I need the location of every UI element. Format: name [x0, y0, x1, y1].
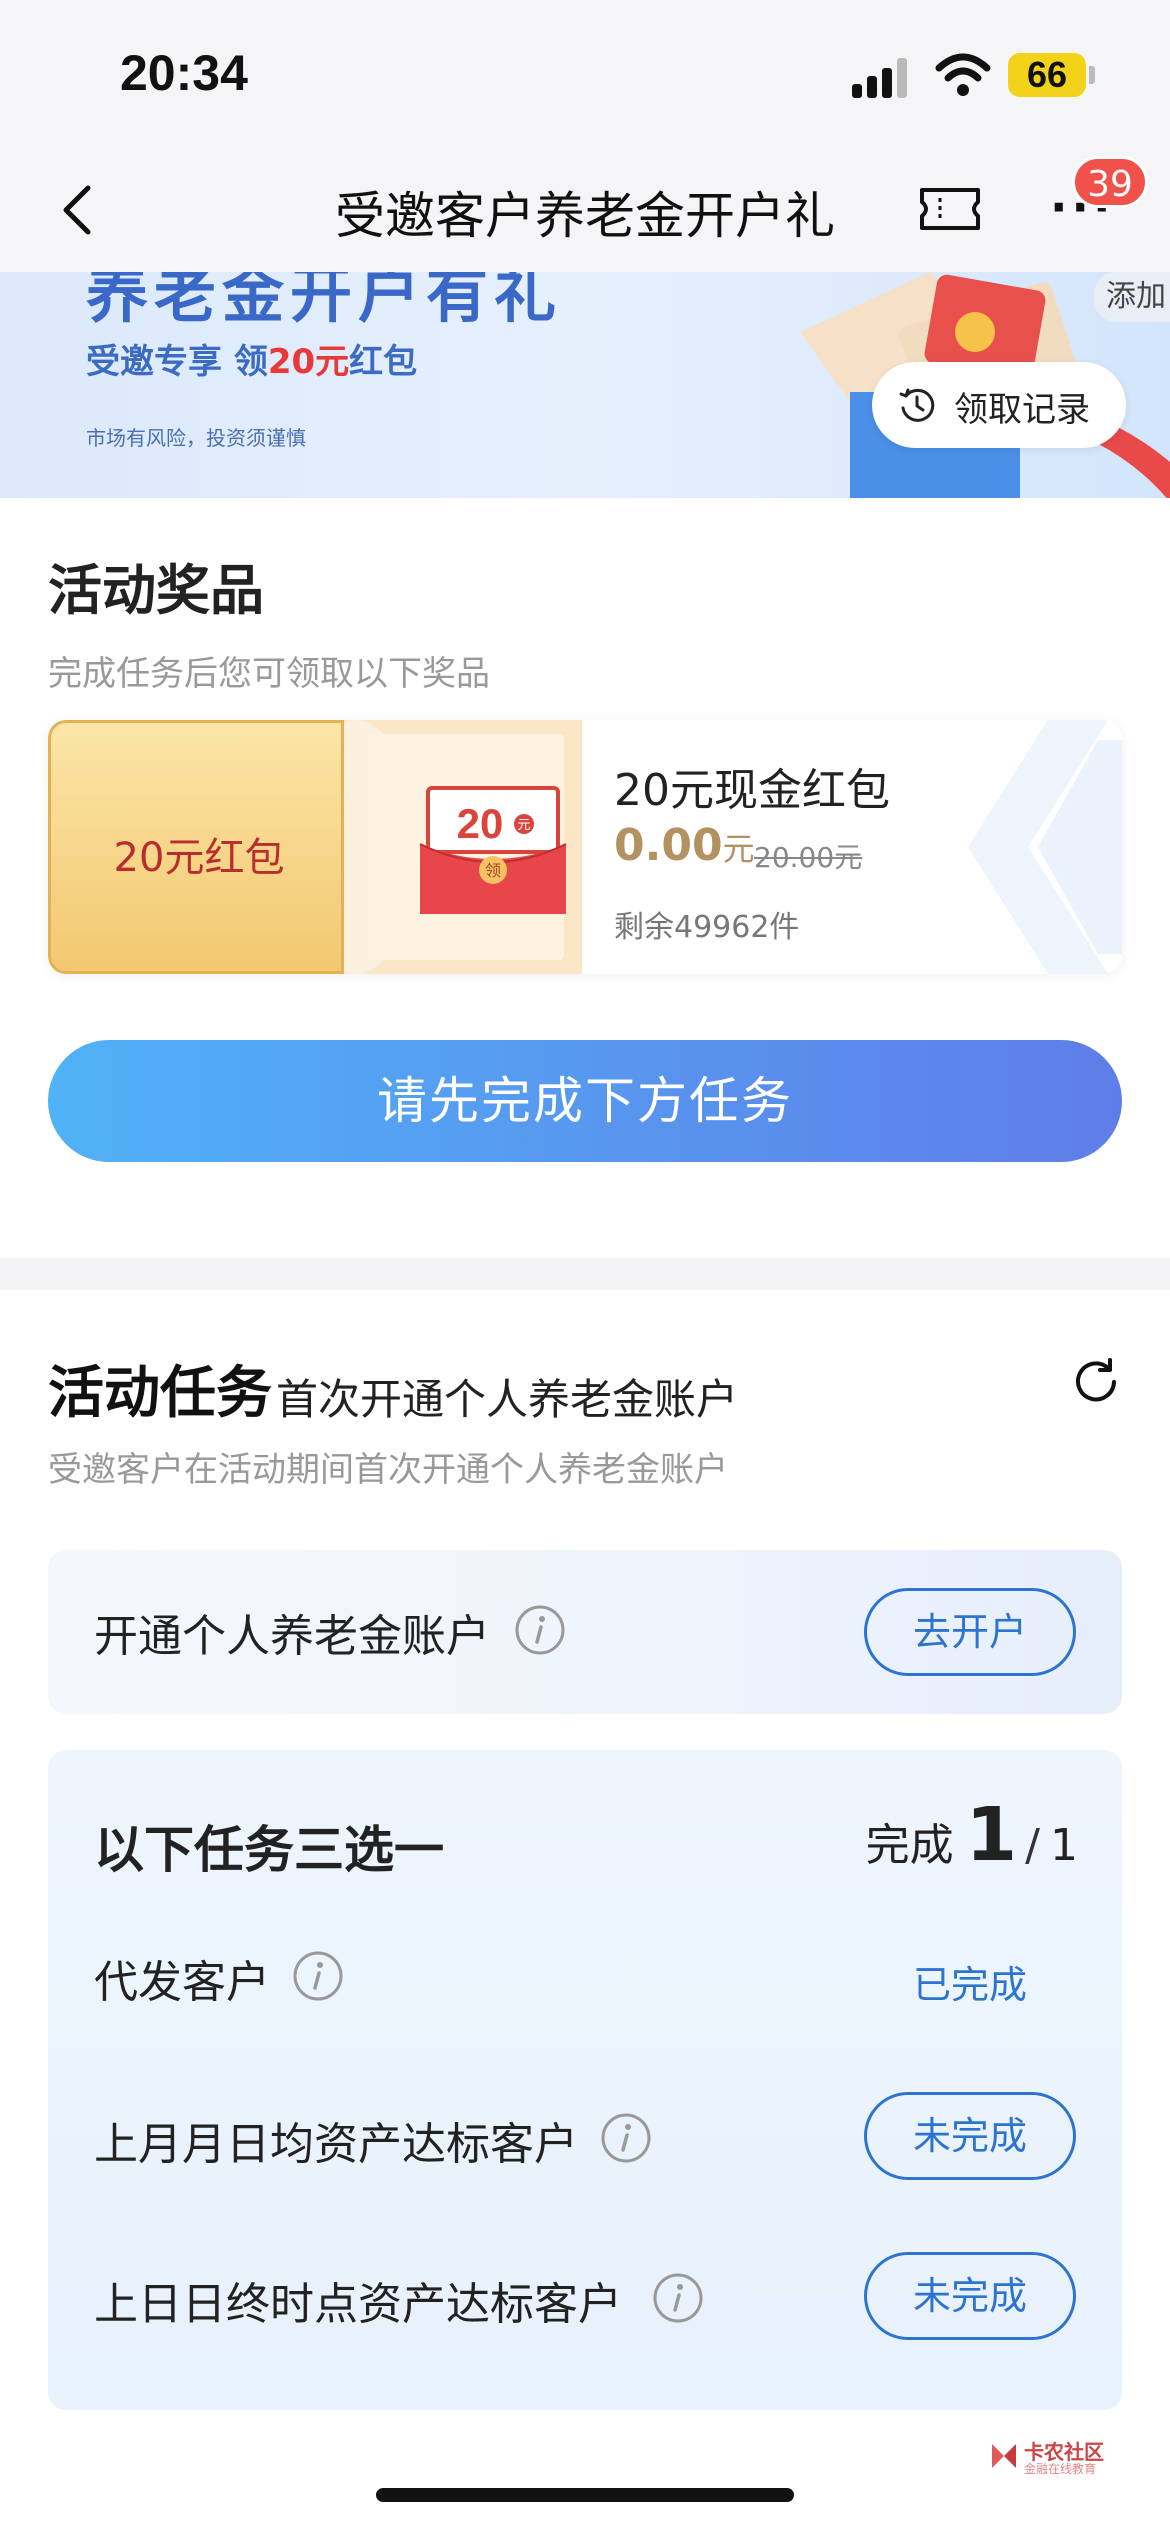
- task-status-incomplete-button[interactable]: 未完成: [864, 2252, 1076, 2340]
- status-bar: 20:34 66: [0, 0, 1170, 150]
- task-status-incomplete-button[interactable]: 未完成: [864, 2092, 1076, 2180]
- home-indicator: [376, 2488, 794, 2502]
- promo-banner: 养老金开户有礼 受邀专享 领20元红包 市场有风险，投资须谨慎 添加 领取记录: [0, 272, 1170, 498]
- prize-section-title: 活动奖品: [48, 559, 264, 622]
- battery-tip: [1089, 66, 1095, 84]
- claim-record-button[interactable]: 领取记录: [872, 362, 1126, 448]
- prize-price-unit: 元: [722, 830, 755, 868]
- envelope-stamp: 领: [485, 861, 501, 880]
- banner-sub-prefix: 受邀专享 领: [86, 342, 268, 382]
- refresh-icon[interactable]: [1070, 1356, 1122, 1408]
- prize-section-subtitle: 完成任务后您可领取以下奖品: [48, 654, 490, 694]
- banner-sub-suffix: 红包: [349, 342, 418, 382]
- original-price: 20.00元: [754, 841, 863, 874]
- choose-one-task-group: 以下任务三选一 完成 1/1 代发客户 已完成 上月月日均资产达标客户 未完成 上…: [48, 1750, 1122, 2410]
- battery-indicator: 66: [1008, 53, 1086, 97]
- watermark-icon: [992, 2444, 1016, 2468]
- task-item-label: 上日日终时点资产达标客户: [94, 2279, 622, 2330]
- task-item-label: 代发客户: [94, 1957, 270, 2008]
- watermark-logo: 卡农社区 金融在线教育: [988, 2436, 1138, 2480]
- progress-done: 1: [965, 1792, 1018, 1878]
- info-icon[interactable]: [600, 2112, 652, 2164]
- progress-separator: /: [1025, 1820, 1040, 1871]
- open-account-task-label: 开通个人养老金账户: [94, 1611, 490, 1662]
- prize-section: 活动奖品 完成任务后您可领取以下奖品 20元红包 20 元 领 20元现金红包 …: [0, 498, 1170, 1258]
- banner-title: 养老金开户有礼: [86, 272, 563, 331]
- task-status-done: 已完成: [912, 1963, 1027, 2007]
- info-icon[interactable]: [514, 1604, 566, 1656]
- open-account-button[interactable]: 去开户: [864, 1588, 1076, 1676]
- notification-badge: 39: [1072, 156, 1148, 208]
- signal-icon: [852, 58, 912, 98]
- nav-bar: 受邀客户养老金开户礼 ··· 39: [0, 150, 1170, 272]
- progress-label: 完成: [865, 1820, 954, 1871]
- envelope-unit: 元: [517, 818, 530, 833]
- wifi-icon: [935, 53, 991, 96]
- claim-record-label: 领取记录: [954, 390, 1090, 430]
- open-account-task-card: 开通个人养老金账户 去开户: [48, 1550, 1122, 1714]
- task-group-title: 以下任务三选一: [94, 1821, 444, 1879]
- risk-disclaimer: 市场有风险，投资须谨慎: [86, 426, 306, 450]
- task-item-label: 上月月日均资产达标客户: [94, 2119, 578, 2170]
- envelope-value: 20: [457, 800, 504, 847]
- chevron-decoration: [968, 720, 1122, 974]
- prize-stock: 剩余49962件: [614, 910, 800, 945]
- coupon-label: 20元红包: [113, 835, 285, 881]
- section-divider: [0, 1258, 1170, 1290]
- banner-sub-highlight: 20元: [267, 342, 350, 382]
- prize-name: 20元现金红包: [614, 765, 890, 816]
- coupon-left-panel: 20元红包: [48, 720, 344, 974]
- prize-card: 20元红包 20 元 领 20元现金红包 0.00元 20.00元 剩余4996…: [48, 720, 1122, 974]
- add-shortcut-tab[interactable]: 添加: [1094, 272, 1170, 322]
- banner-subtitle: 受邀专享 领20元红包: [86, 334, 417, 383]
- ticket-icon[interactable]: [918, 184, 982, 234]
- status-time: 20:34: [120, 45, 248, 101]
- info-icon[interactable]: [292, 1950, 344, 2002]
- task-description: 受邀客户在活动期间首次开通个人养老金账户: [48, 1450, 728, 1490]
- clock-icon: [899, 388, 935, 422]
- page-title: 受邀客户养老金开户礼: [335, 187, 835, 245]
- info-icon[interactable]: [652, 2272, 704, 2324]
- task-section-title: 活动任务: [48, 1361, 272, 1426]
- watermark-subtext: 金融在线教育: [1024, 2462, 1097, 2476]
- complete-tasks-first-button[interactable]: 请先完成下方任务: [48, 1040, 1122, 1162]
- task-section: 活动任务 首次开通个人养老金账户 受邀客户在活动期间首次开通个人养老金账户 开通…: [0, 1290, 1170, 2532]
- red-envelope-icon: 20 元 领: [419, 786, 567, 914]
- task-section-title-sub: 首次开通个人养老金账户: [276, 1375, 739, 1424]
- task-progress: 完成 1/1: [858, 1792, 1078, 1878]
- prize-price: 0.00元: [614, 820, 755, 871]
- prize-price-value: 0.00: [614, 820, 723, 871]
- progress-total: 1: [1050, 1820, 1078, 1871]
